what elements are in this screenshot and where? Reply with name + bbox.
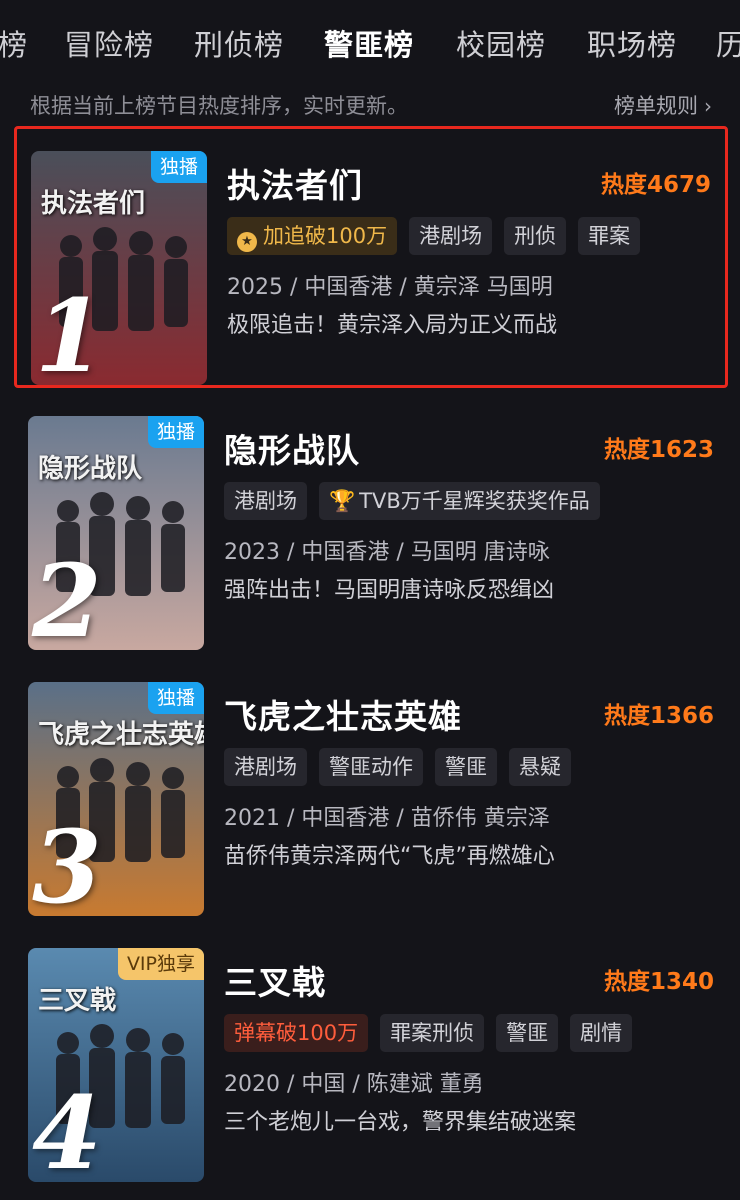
ranking-rules-link[interactable]: 榜单规则 › xyxy=(614,90,712,120)
show-meta: 2020 / 中国 / 陈建斌 董勇 xyxy=(224,1072,484,1097)
poster-image[interactable]: 执法者们 独播 1 xyxy=(31,151,207,385)
ranking-item[interactable]: 执法者们 独播 1 执法者们 热度4679 ★ 加追破100万 港剧场 刑侦 罪案 2025 / 中… xyxy=(14,126,728,388)
poster-title-text: 三叉戟 xyxy=(38,986,117,1016)
ranking-rules-label: 榜单规则 xyxy=(614,94,698,118)
tab-partial-right[interactable]: 历 xyxy=(716,22,740,64)
poster-title-text: 飞虎之壮志英雄 xyxy=(38,720,204,750)
tag[interactable]: ★ 加追破100万 xyxy=(227,217,398,255)
show-description: 极限追击！黄宗泽入局为正义而战 xyxy=(227,313,558,338)
poster-title-text: 隐形战队 xyxy=(38,454,143,484)
show-description: 三个老炮儿一台戏，警界集结破迷案 xyxy=(224,1110,577,1135)
tag-label: 港剧场 xyxy=(234,489,297,513)
tag[interactable]: 港剧场 xyxy=(224,482,307,520)
tag-label: 罪案 xyxy=(588,224,631,248)
tag-list: 港剧场 警匪动作 警匪 悬疑 xyxy=(224,748,583,786)
chevron-right-icon: › xyxy=(704,94,712,118)
tag-label: 港剧场 xyxy=(234,755,297,779)
ranking-description: 根据当前上榜节目热度排序，实时更新。 xyxy=(30,94,408,118)
show-meta: 2023 / 中国香港 / 马国明 唐诗咏 xyxy=(224,540,550,565)
tag-label: 警匪 xyxy=(445,755,487,779)
poster-image[interactable]: 三叉戟 VIP独享 4 xyxy=(28,948,204,1182)
exclusive-badge: 独播 xyxy=(147,682,204,714)
poster-image[interactable]: 隐形战队 独播 2 xyxy=(28,416,204,650)
tag[interactable]: 港剧场 xyxy=(409,217,493,255)
tab-workplace[interactable]: 职场榜 xyxy=(587,22,677,64)
tag[interactable]: 罪案刑侦 xyxy=(380,1014,485,1052)
tag[interactable]: 弹幕破100万 xyxy=(224,1014,369,1052)
tag-list: 港剧场 🏆 TVB万千星辉奖获奖作品 xyxy=(224,482,612,520)
tag-label: 港剧场 xyxy=(419,224,483,248)
tag-label: 弹幕破100万 xyxy=(234,1021,359,1045)
ranking-item[interactable]: 隐形战队 独播 2 隐形战队 热度1623 港剧场 🏆 TVB万千星辉奖获奖作品 2023 / … xyxy=(14,394,728,656)
poster-image[interactable]: 飞虎之壮志英雄 独播 3 xyxy=(28,682,204,916)
show-title[interactable]: 飞虎之壮志英雄 xyxy=(224,690,462,738)
exclusive-badge: 独播 xyxy=(147,416,204,448)
tag[interactable]: 警匪动作 xyxy=(319,748,423,786)
exclusive-badge: 独播 xyxy=(150,151,207,183)
tab-adventure[interactable]: 冒险榜 xyxy=(64,22,154,64)
tag[interactable]: 港剧场 xyxy=(224,748,307,786)
tag[interactable]: 刑侦 xyxy=(504,217,567,255)
tag-label: 警匪 xyxy=(506,1021,549,1045)
ranking-item[interactable]: 三叉戟 VIP独享 4 三叉戟 热度1340 弹幕破100万 罪案刑侦 警匪 剧情 2020 / … xyxy=(14,926,728,1188)
poster-title-text: 执法者们 xyxy=(41,189,146,219)
trophy-icon: 🏆 xyxy=(329,489,356,513)
tag-label: 悬疑 xyxy=(519,755,561,779)
tag-list: ★ 加追破100万 港剧场 刑侦 罪案 xyxy=(227,217,652,255)
tab-partial-left[interactable]: 榜 xyxy=(0,22,28,64)
tag[interactable]: 悬疑 xyxy=(509,748,571,786)
category-tabs: 榜 冒险榜 刑侦榜 警匪榜 校园榜 职场榜 历 xyxy=(0,0,740,86)
tag-label: 警匪动作 xyxy=(329,755,413,779)
rank-number: 3 xyxy=(32,808,102,916)
heat-score: 热度1623 xyxy=(603,437,714,463)
heat-score: 热度1366 xyxy=(603,703,714,729)
tag-label: 加追破100万 xyxy=(263,224,388,248)
heat-score: 热度4679 xyxy=(600,172,711,198)
show-title[interactable]: 隐形战队 xyxy=(224,424,360,472)
rank-number: 2 xyxy=(32,542,102,650)
tag[interactable]: 🏆 TVB万千星辉奖获奖作品 xyxy=(319,482,600,520)
tag[interactable]: 警匪 xyxy=(435,748,497,786)
tag[interactable]: 剧情 xyxy=(570,1014,633,1052)
show-description: 苗侨伟黄宗泽两代“飞虎”再燃雄心 xyxy=(224,844,555,869)
tag-label: 刑侦 xyxy=(514,224,557,248)
tag-label: 剧情 xyxy=(580,1021,623,1045)
show-meta: 2021 / 中国香港 / 苗侨伟 黄宗泽 xyxy=(224,806,550,831)
tab-police-gangster[interactable]: 警匪榜 xyxy=(324,22,414,64)
tag-list: 弹幕破100万 罪案刑侦 警匪 剧情 xyxy=(224,1014,644,1052)
rank-number: 4 xyxy=(32,1074,102,1182)
show-meta: 2025 / 中国香港 / 黄宗泽 马国明 xyxy=(227,275,553,300)
tag[interactable]: 警匪 xyxy=(496,1014,559,1052)
tab-crime-investigation[interactable]: 刑侦榜 xyxy=(194,22,284,64)
tab-campus[interactable]: 校园榜 xyxy=(456,22,546,64)
star-icon: ★ xyxy=(237,232,257,252)
rank-number: 1 xyxy=(35,277,105,385)
tag[interactable]: 罪案 xyxy=(578,217,641,255)
heat-score: 热度1340 xyxy=(603,969,714,995)
tag-label: 罪案刑侦 xyxy=(390,1021,475,1045)
show-title[interactable]: 三叉戟 xyxy=(224,956,326,1004)
exclusive-badge: VIP独享 xyxy=(117,948,204,980)
show-title[interactable]: 执法者们 xyxy=(227,159,363,207)
ranking-item[interactable]: 飞虎之壮志英雄 独播 3 飞虎之壮志英雄 热度1366 港剧场 警匪动作 警匪 悬疑 2021 /… xyxy=(14,660,728,922)
ranking-subheader: 根据当前上榜节目热度排序，实时更新。 榜单规则 › xyxy=(30,90,712,120)
tag-label: TVB万千星辉奖获奖作品 xyxy=(359,489,590,513)
show-description: 强阵出击！马国明唐诗咏反恐缉凶 xyxy=(224,578,555,603)
